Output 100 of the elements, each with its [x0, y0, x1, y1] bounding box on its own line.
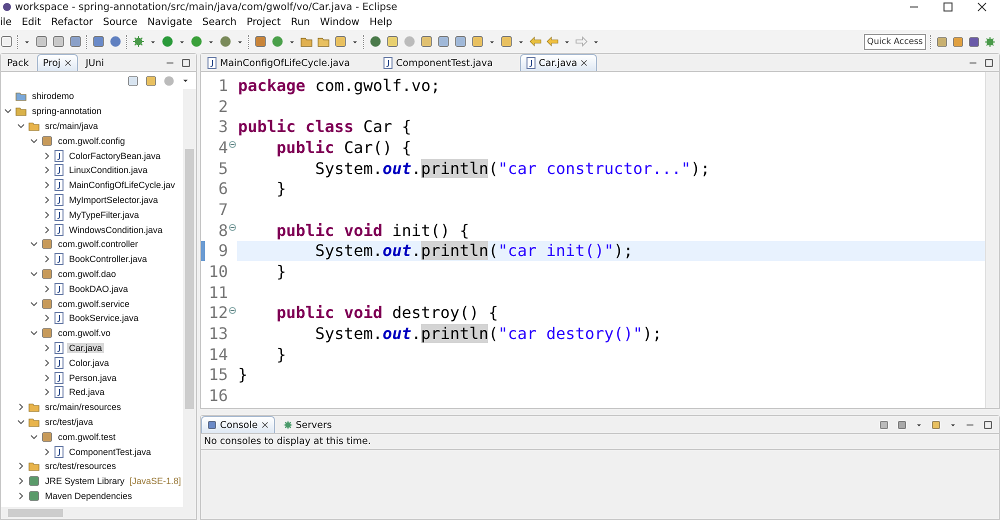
tree-item[interactable]: MyTypeFilter.java [67, 210, 142, 220]
menu-item[interactable]: Help [364, 16, 398, 28]
fold-icon[interactable] [229, 306, 236, 314]
tree-item[interactable]: src/main/resources [43, 402, 124, 412]
window-title: workspace - spring-annotation/src/main/java/com/gwolf/vo/Car.java - Eclipse [15, 2, 398, 12]
menu-item[interactable]: Project [242, 16, 286, 28]
menu-item[interactable]: Refactor [46, 16, 98, 28]
quick-access-field[interactable]: Quick Access [864, 34, 926, 50]
tree-item[interactable]: ComponentTest.java [67, 446, 154, 457]
tree-item[interactable]: Car.java [67, 342, 104, 353]
menu-item[interactable]: Navigate [142, 16, 198, 28]
back-icon[interactable] [529, 35, 542, 48]
line-number: 4 [218, 138, 228, 157]
view-tab[interactable]: Console [201, 416, 275, 433]
servers-icon[interactable] [282, 420, 293, 430]
menu-item[interactable]: ile [0, 16, 17, 28]
folder-icon[interactable] [317, 35, 330, 48]
java-file-icon [54, 150, 64, 162]
menu-item[interactable]: Source [98, 16, 142, 28]
tree-item[interactable]: com.gwolf.config [56, 136, 128, 146]
view-tab[interactable]: Proj [36, 54, 78, 71]
maximize-icon[interactable] [984, 58, 994, 68]
code-line: public class Car { [237, 116, 412, 138]
menu-item[interactable]: Search [197, 16, 242, 28]
code-line: } [276, 261, 288, 282]
source-folder-icon [28, 401, 40, 414]
tree-item[interactable]: com.gwolf.test [56, 432, 118, 442]
line-number: 7 [218, 200, 228, 219]
fold-icon[interactable] [229, 141, 236, 148]
tree-item[interactable]: com.gwolf.controller [56, 239, 140, 250]
java-file-icon [526, 57, 536, 69]
tree-item[interactable]: Maven Dependencies [43, 490, 134, 501]
code-line: System.out.println("car constructor..."); [314, 158, 712, 178]
code-line: public Car() { [276, 137, 412, 158]
source-folder-icon [28, 460, 40, 472]
line-number: 10 [208, 262, 228, 282]
line-number: 5 [218, 158, 228, 178]
line-number: 13 [208, 324, 228, 344]
close-icon[interactable] [976, 1, 988, 13]
tree-item[interactable]: com.gwolf.service [56, 298, 132, 309]
line-number: 12 [208, 303, 228, 322]
line-number: 6 [218, 179, 228, 198]
editor-tab[interactable]: Car.java [520, 54, 598, 71]
tree-item[interactable]: BookDAO.java [67, 284, 130, 294]
line-number: 9 [218, 241, 228, 260]
tree-item[interactable]: MainConfigOfLifeCycle.jav [67, 180, 178, 190]
tree-item[interactable]: ColorFactoryBean.java [67, 150, 163, 161]
close-icon[interactable] [64, 59, 72, 67]
scrollbar[interactable] [985, 72, 999, 408]
tree-item[interactable]: com.gwolf.dao [56, 268, 118, 279]
code-line: } [276, 344, 288, 365]
java-file-icon [207, 57, 217, 69]
code-line: } [276, 178, 288, 200]
line-number: 14 [208, 344, 228, 364]
scrollbar[interactable] [183, 89, 196, 507]
menu-item[interactable]: Window [315, 16, 364, 28]
tree-item[interactable]: Red.java [67, 387, 107, 398]
menu-item[interactable]: Edit [16, 16, 46, 28]
line-number: 11 [208, 282, 228, 302]
tree-item[interactable]: BookController.java [67, 254, 150, 264]
tree-item[interactable]: src/main/java [43, 120, 100, 131]
bug-icon[interactable] [132, 35, 145, 48]
tree-item[interactable]: spring-annotation [30, 106, 104, 116]
close-icon[interactable] [260, 421, 269, 429]
line-number: 15 [208, 365, 228, 384]
restore-icon[interactable] [942, 1, 954, 13]
code-line: System.out.println("car destory()"); [314, 323, 663, 344]
code-line: } [237, 364, 249, 386]
java-file-icon [54, 224, 64, 236]
menu-item[interactable]: Run [286, 16, 316, 28]
line-number: 3 [218, 117, 228, 136]
java-file-icon [54, 164, 64, 176]
java-file-icon [54, 386, 64, 398]
code-line: public void destroy() { [276, 302, 500, 324]
folder-icon[interactable] [300, 35, 313, 48]
tree-item[interactable]: Person.java [67, 372, 119, 383]
tree-item[interactable]: shirodemo [30, 91, 76, 102]
tree-item[interactable]: BookService.java [67, 313, 141, 324]
project-icon [15, 105, 27, 118]
maximize-icon[interactable] [181, 58, 191, 68]
fold-icon[interactable] [229, 224, 236, 231]
tree-item[interactable]: JRE System Library [43, 476, 127, 486]
tree-item[interactable]: MyImportSelector.java [67, 194, 160, 205]
java-file-icon [383, 57, 393, 69]
tree-item[interactable]: src/test/java [43, 416, 96, 427]
maximize-icon[interactable] [983, 420, 993, 430]
code-line: public void init() { [276, 220, 470, 240]
java-file-icon [54, 372, 64, 384]
tree-item[interactable]: Color.java [67, 358, 112, 368]
tree-item[interactable]: LinuxCondition.java [67, 165, 150, 176]
bug-icon[interactable] [984, 36, 996, 48]
line-number: 2 [218, 96, 228, 116]
tree-item[interactable]: src/test/resources [43, 461, 118, 472]
scrollbar[interactable] [1, 507, 196, 519]
close-icon[interactable] [580, 59, 588, 67]
tree-item[interactable]: com.gwolf.vo [56, 328, 113, 338]
code-line: package com.gwolf.vo; [237, 75, 442, 96]
java-file-icon [54, 179, 64, 192]
tree-item[interactable]: WindowsCondition.java [67, 224, 165, 235]
back-icon[interactable] [546, 35, 559, 48]
